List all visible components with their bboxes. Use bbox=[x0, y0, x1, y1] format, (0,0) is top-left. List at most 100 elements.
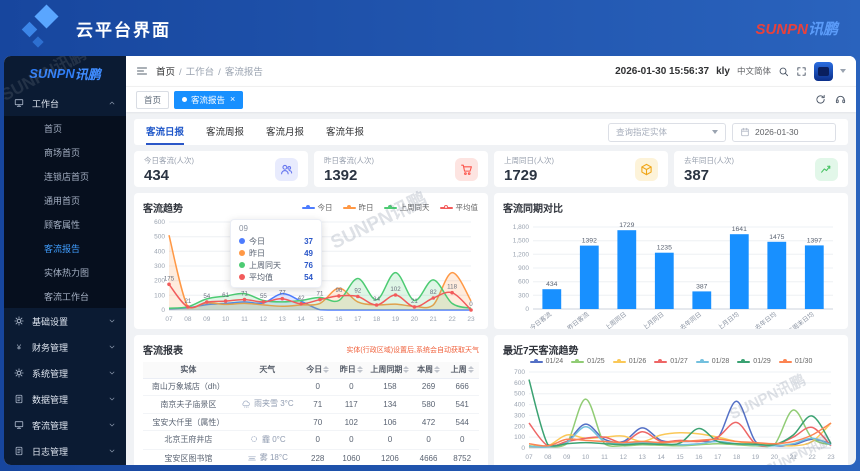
table-header-上周同期[interactable]: 上周同期 bbox=[368, 362, 412, 378]
svg-text:去年同日: 去年同日 bbox=[678, 309, 703, 329]
svg-text:96: 96 bbox=[335, 287, 342, 294]
stat-label: 昨日客流(人次) bbox=[324, 155, 374, 166]
table-header-本周[interactable]: 本周 bbox=[412, 362, 446, 378]
chevron-down-icon bbox=[108, 343, 116, 351]
date-picker[interactable]: 2026-01-30 bbox=[732, 123, 836, 142]
sidebar-section-基础设置[interactable]: 基础设置 bbox=[4, 308, 126, 334]
svg-text:1729: 1729 bbox=[619, 222, 634, 229]
subtab-客流月报[interactable]: 客流月报 bbox=[266, 119, 304, 145]
gear-icon bbox=[14, 316, 27, 326]
search-icon[interactable] bbox=[778, 66, 789, 77]
value-cell: 0 bbox=[335, 378, 369, 395]
svg-text:07: 07 bbox=[165, 316, 173, 323]
table-header-上周[interactable]: 上周 bbox=[445, 362, 479, 378]
table-header-昨日[interactable]: 昨日 bbox=[335, 362, 369, 378]
sort-carets-icon[interactable] bbox=[468, 366, 474, 373]
sort-carets-icon[interactable] bbox=[323, 366, 329, 373]
tooltip-hour: 09 bbox=[239, 224, 313, 233]
subtab-客流周报[interactable]: 客流周报 bbox=[206, 119, 244, 145]
svg-text:22: 22 bbox=[448, 316, 456, 323]
compare-chart-card: 客流同期对比 03006009001,2001,5001,800434今日客流1… bbox=[494, 193, 848, 329]
doc-icon bbox=[14, 446, 27, 456]
sidebar-submenu-item-实体热力图[interactable]: 实体热力图 bbox=[4, 260, 126, 284]
sidebar-section-财务管理[interactable]: ¥ 财务管理 bbox=[4, 334, 126, 360]
username[interactable]: kly bbox=[716, 66, 730, 77]
table-header-今日[interactable]: 今日 bbox=[301, 362, 335, 378]
svg-text:22: 22 bbox=[808, 454, 816, 461]
legend-item-01/26[interactable]: 01/26 bbox=[613, 358, 647, 365]
sidebar-section-系统管理[interactable]: 系统管理 bbox=[4, 360, 126, 386]
legend-item-上周同天[interactable]: 上周同天 bbox=[384, 202, 430, 213]
legend-item-01/27[interactable]: 01/27 bbox=[654, 358, 688, 365]
legend-item-01/24[interactable]: 01/24 bbox=[530, 358, 564, 365]
sidebar-submenu-item-客流工作台[interactable]: 客流工作台 bbox=[4, 284, 126, 308]
svg-text:10: 10 bbox=[222, 316, 230, 323]
tab-home[interactable]: 首页 bbox=[136, 91, 169, 109]
refresh-icon[interactable] bbox=[815, 94, 826, 105]
breadcrumb-home[interactable]: 首页 bbox=[156, 67, 175, 78]
compare-chart-title: 客流同期对比 bbox=[503, 200, 839, 215]
sidebar-section-数据管理[interactable]: 数据管理 bbox=[4, 386, 126, 412]
sidebar-section-客流管理[interactable]: 客流管理 bbox=[4, 412, 126, 438]
entity-select[interactable]: 查询指定实体 bbox=[608, 123, 726, 142]
svg-text:175: 175 bbox=[164, 275, 175, 282]
sidebar-submenu: 首页商场首页连锁店首页通用首页顾客属性客流报告实体热力图客流工作台 bbox=[4, 116, 126, 308]
cart-icon bbox=[455, 158, 478, 181]
sort-carets-icon[interactable] bbox=[357, 366, 363, 373]
value-cell: 70 bbox=[301, 414, 335, 431]
sidebar-section-label: 日志管理 bbox=[32, 445, 108, 458]
tooltip-row: 今日37 bbox=[239, 235, 313, 247]
legend-item-01/30[interactable]: 01/30 bbox=[779, 358, 813, 365]
svg-text:100: 100 bbox=[514, 434, 525, 441]
sort-carets-icon[interactable] bbox=[403, 366, 409, 373]
legend-item-平均值[interactable]: 平均值 bbox=[440, 202, 479, 213]
chevron-down-icon bbox=[108, 317, 116, 325]
avatar-caret-icon[interactable] bbox=[840, 69, 846, 73]
value-cell: 0 bbox=[412, 431, 446, 450]
content-area: 客流日报客流周报客流月报客流年报 查询指定实体 2026-01-30 今日客流(… bbox=[126, 112, 856, 465]
sidebar-submenu-item-首页[interactable]: 首页 bbox=[4, 116, 126, 140]
svg-text:300: 300 bbox=[154, 263, 165, 270]
value-cell: 0 bbox=[445, 431, 479, 450]
sidebar-submenu-item-通用首页[interactable]: 通用首页 bbox=[4, 188, 126, 212]
close-tab-icon[interactable]: × bbox=[230, 95, 235, 104]
value-cell: 0 bbox=[368, 431, 412, 450]
fullscreen-icon[interactable] bbox=[796, 66, 807, 77]
sidebar-submenu-item-客流报告[interactable]: 客流报告 bbox=[4, 236, 126, 260]
legend-item-01/28[interactable]: 01/28 bbox=[696, 358, 730, 365]
svg-text:19: 19 bbox=[752, 454, 760, 461]
sidebar-submenu-item-顾客属性[interactable]: 顾客属性 bbox=[4, 212, 126, 236]
subtab-客流日报[interactable]: 客流日报 bbox=[146, 119, 184, 145]
weather-cell bbox=[234, 414, 301, 431]
value-cell: 71 bbox=[301, 395, 335, 414]
language-switcher[interactable]: 中文简体 bbox=[737, 65, 771, 77]
gear-icon bbox=[14, 368, 27, 378]
legend-item-01/29[interactable]: 01/29 bbox=[737, 358, 771, 365]
platform-logo-icon bbox=[12, 0, 68, 56]
svg-text:10: 10 bbox=[582, 454, 590, 461]
passenger-table: 实体天气今日昨日上周同期本周上周 南山万象城店（dh）00158269666南京… bbox=[143, 362, 479, 465]
legend-item-昨日[interactable]: 昨日 bbox=[343, 202, 374, 213]
stat-label: 今日客流(人次) bbox=[144, 155, 194, 166]
sidebar-item-workbench[interactable]: 工作台 bbox=[4, 90, 126, 116]
table-title: 客流报表 bbox=[143, 342, 183, 357]
sidebar-section-label: 客流管理 bbox=[32, 419, 108, 432]
breadcrumb-workbench[interactable]: 工作台 bbox=[186, 67, 215, 78]
sidebar-submenu-item-商场首页[interactable]: 商场首页 bbox=[4, 140, 126, 164]
sidebar-submenu-item-连锁店首页[interactable]: 连锁店首页 bbox=[4, 164, 126, 188]
chevron-up-icon bbox=[108, 99, 116, 107]
value-cell: 158 bbox=[368, 378, 412, 395]
tab-passenger-report[interactable]: 客流报告× bbox=[174, 91, 243, 109]
avatar[interactable] bbox=[814, 62, 833, 81]
subtab-客流年报[interactable]: 客流年报 bbox=[326, 119, 364, 145]
svg-text:500: 500 bbox=[154, 234, 165, 241]
svg-text:11: 11 bbox=[241, 316, 248, 323]
legend-item-今日[interactable]: 今日 bbox=[302, 202, 333, 213]
headset-icon[interactable] bbox=[835, 94, 846, 105]
legend-item-01/25[interactable]: 01/25 bbox=[571, 358, 605, 365]
value-cell: 228 bbox=[301, 449, 335, 465]
sidebar-section-日志管理[interactable]: 日志管理 bbox=[4, 438, 126, 464]
sidebar-item-label: 工作台 bbox=[32, 97, 108, 110]
sort-carets-icon[interactable] bbox=[434, 366, 440, 373]
collapse-sidebar-button[interactable] bbox=[136, 65, 148, 77]
